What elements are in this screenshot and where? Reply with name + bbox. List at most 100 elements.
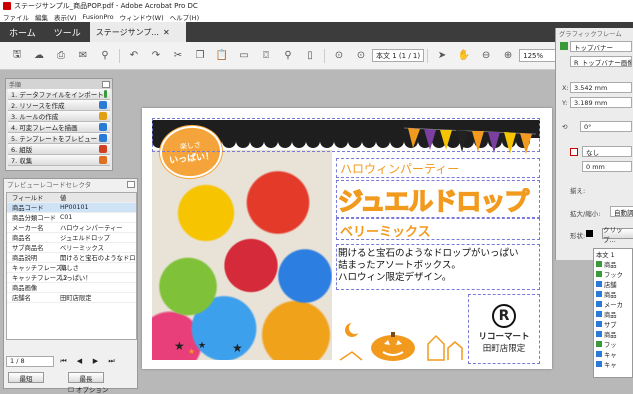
menu-edit[interactable]: 編集	[32, 12, 51, 22]
panel-close-button[interactable]	[102, 80, 110, 88]
import-icon	[103, 90, 107, 98]
zoom-value: 125%	[523, 51, 544, 60]
mail-icon[interactable]: ✉	[72, 47, 94, 65]
y-position-field[interactable]: 3.189 mm	[570, 97, 632, 108]
table-row[interactable]: 商品分類コード C01	[7, 213, 136, 223]
list-item[interactable]: 商品	[594, 259, 632, 269]
print-icon[interactable]: ⎙	[50, 47, 72, 65]
prev-record-icon[interactable]: ◀	[73, 357, 86, 365]
last-record-icon[interactable]: ⏭	[105, 357, 118, 366]
document-page: 楽しさ いっぱい！ ハロウィンパーティー ジュエルドロップ ベリーミックス 開け…	[142, 108, 552, 369]
redo-icon[interactable]: ↷	[145, 47, 167, 65]
list-item[interactable]: 商品	[594, 329, 632, 339]
frame-type-field[interactable]: トップバナー	[570, 41, 632, 52]
banner-frame[interactable]	[152, 118, 540, 152]
menu-window[interactable]: ウィンドウ(W)	[117, 12, 167, 22]
tab-tools[interactable]: ツール	[45, 26, 90, 39]
list-item[interactable]: 商品	[594, 289, 632, 299]
zoom-out-icon[interactable]: ⊖	[475, 47, 497, 65]
field-icon	[596, 261, 602, 267]
record-number-field[interactable]: 1 / 8	[6, 355, 54, 367]
option-checkbox[interactable]: ☐ オプション	[68, 384, 108, 394]
step-compose[interactable]: 6. 組版	[8, 144, 110, 155]
step-draw-frames[interactable]: 4. 可変フレームを描画	[8, 122, 110, 133]
shortest-button[interactable]: 最短	[8, 372, 44, 383]
step-create-resources[interactable]: 2. リソースを作成	[8, 100, 110, 111]
table-row[interactable]: 商品名 ジュエルドロップ	[7, 233, 136, 243]
step-preview[interactable]: 5. テンプレートをプレビュー	[8, 133, 110, 144]
fill-field[interactable]: なし	[582, 146, 632, 157]
camera-icon[interactable]: ⌼	[255, 47, 277, 65]
zoom-field[interactable]: 125%	[519, 49, 558, 62]
table-row[interactable]: メーカー名 ハロウィンパーティー	[7, 223, 136, 233]
first-record-icon[interactable]: ⏮	[57, 357, 70, 366]
shape-swatch[interactable]	[586, 230, 593, 237]
list-item[interactable]: フック	[594, 269, 632, 279]
field-icon	[596, 291, 602, 297]
close-icon[interactable]: ✕	[163, 28, 170, 37]
table-row[interactable]: 商品画像	[7, 283, 136, 293]
panel-close-button[interactable]	[127, 180, 135, 188]
scale-select[interactable]: 自動調整	[610, 206, 633, 217]
search-icon[interactable]: ⚲	[94, 47, 116, 65]
undo-icon[interactable]: ↶	[123, 47, 145, 65]
no-fill-icon[interactable]	[570, 148, 578, 156]
list-item[interactable]: 店舗	[594, 279, 632, 289]
zoom-in-icon[interactable]: ⊕	[497, 47, 519, 65]
record-table: フィールド 値 商品コード HP00101 商品分類コード C01 メーカー名 ハロウィ…	[6, 192, 137, 340]
frame-name-field[interactable]: R_トップバナー画像	[570, 56, 632, 67]
find-icon[interactable]: ⚲	[277, 47, 299, 65]
select-arrow-icon[interactable]: ➤	[431, 47, 453, 65]
clip-button[interactable]: クリップ...	[602, 226, 633, 244]
rotation-field[interactable]: 0°	[580, 121, 632, 132]
list-item[interactable]: フッ	[594, 339, 632, 349]
menu-file[interactable]: ファイル	[0, 12, 32, 22]
table-row[interactable]: 商品説明 開けると宝石のようなドロップがい	[7, 253, 136, 263]
tab-bar: ホーム ツール ステージサンプ... ✕	[0, 22, 633, 42]
frame-icon	[99, 123, 107, 131]
page-icon[interactable]: ▯	[299, 47, 321, 65]
field-value: ジュエルドロップ	[60, 235, 110, 242]
tab-document[interactable]: ステージサンプ... ✕	[89, 22, 186, 42]
title-bar: ステージサンプル_商品POP.pdf - Adobe Acrobat Pro D…	[0, 0, 633, 11]
list-item[interactable]: サブ	[594, 319, 632, 329]
step-collect[interactable]: 7. 収集	[8, 155, 110, 166]
ricoh-mart-logo: R	[492, 304, 516, 328]
table-row[interactable]: キャッチフレーズ２ いっぱい！	[7, 273, 136, 283]
copy-icon[interactable]: ❐	[189, 47, 211, 65]
step-label: 6. 組版	[11, 146, 33, 154]
longest-button[interactable]: 最長	[68, 372, 104, 383]
paste-icon[interactable]: 📋	[211, 47, 233, 65]
list-item[interactable]: 商品	[594, 309, 632, 319]
menu-fusionpro[interactable]: FusionPro	[80, 13, 117, 21]
list-item[interactable]: キャ	[594, 359, 632, 369]
menu-help[interactable]: ヘルプ(H)	[167, 12, 202, 22]
menu-view[interactable]: 表示(V)	[51, 12, 80, 22]
field-value: 楽しさ	[60, 265, 79, 272]
list-item[interactable]: キャ	[594, 349, 632, 359]
prev-page-icon[interactable]: ⊙	[328, 47, 350, 65]
step-create-rules[interactable]: 3. ルールの作成	[8, 111, 110, 122]
field-name: 商品コード	[12, 205, 44, 212]
table-row[interactable]: 商品コード HP00101	[7, 203, 136, 213]
list-item[interactable]: メーカ	[594, 299, 632, 309]
table-row[interactable]: サブ商品名 ベリーミックス	[7, 243, 136, 253]
table-row[interactable]: キャッチフレーズ１ 楽しさ	[7, 263, 136, 273]
border-width-field[interactable]: 0 mm	[582, 161, 632, 172]
clear-icon[interactable]: ▭	[233, 47, 255, 65]
upload-icon[interactable]: ☁	[28, 47, 50, 65]
scissors-icon[interactable]: ✂	[167, 47, 189, 65]
field-name: 商品説明	[12, 255, 38, 262]
save-icon[interactable]: 🖫	[6, 47, 28, 65]
x-position-field[interactable]: 3.542 mm	[570, 82, 632, 93]
field-value: HP00101	[60, 204, 89, 211]
tab-home[interactable]: ホーム	[0, 26, 45, 39]
table-row[interactable]: 店舗名 田町店限定	[7, 293, 136, 303]
field-value: ハロウィンパーティー	[60, 225, 123, 232]
step-import-data[interactable]: 1. データファイルをインポート	[8, 89, 110, 100]
hand-icon[interactable]: ✋	[453, 47, 475, 65]
page-number-field[interactable]: 本文 1 (1 / 1)	[372, 49, 425, 62]
next-page-icon[interactable]: ⊙	[350, 47, 372, 65]
page-count: (1 / 1)	[398, 51, 421, 60]
next-record-icon[interactable]: ▶	[89, 357, 102, 365]
